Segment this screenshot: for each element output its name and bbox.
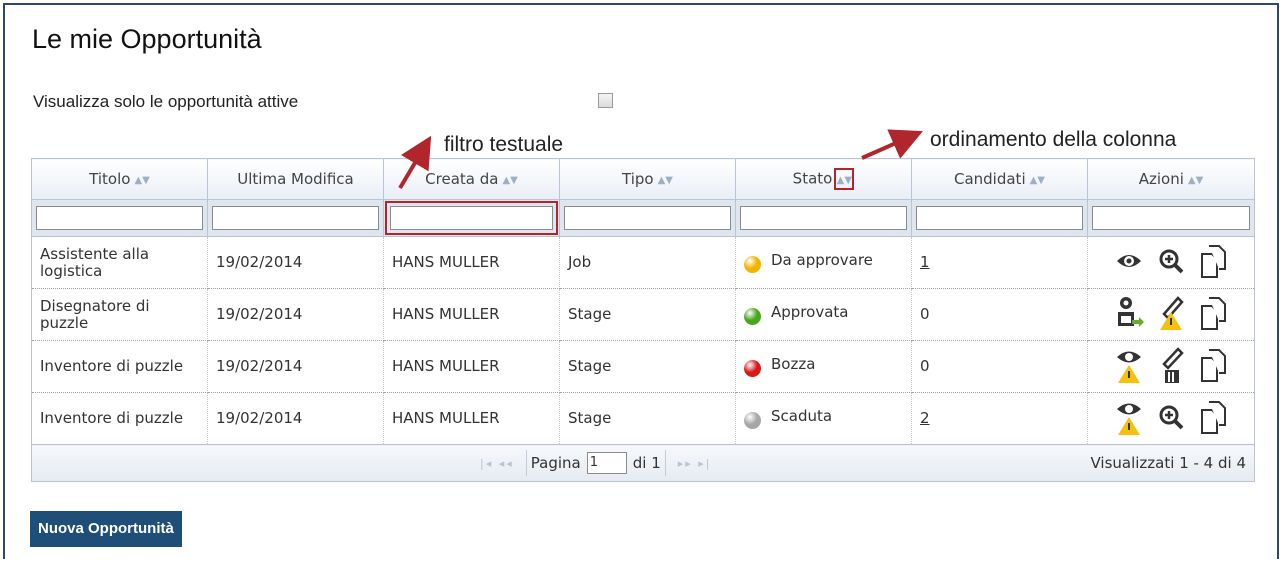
cell-candidati: 1 <box>911 236 1088 289</box>
filter-stato-input[interactable] <box>740 206 907 230</box>
status-dot-icon <box>744 256 761 273</box>
pager-separator <box>525 450 527 476</box>
cell-stato: Approvata <box>735 288 912 341</box>
pager-summary: Visualizzati 1 - 4 di 4 <box>1090 454 1246 472</box>
sort-arrows-icon[interactable]: ▲▼ <box>1188 175 1203 186</box>
edit-warning-icon[interactable] <box>1156 294 1186 336</box>
copy-icon[interactable] <box>1198 398 1228 440</box>
filter-highlight-box <box>385 201 558 235</box>
table-header: Titolo ▲▼ Ultima Modifica Creata da ▲▼ Tip… <box>31 158 1255 200</box>
pager-page-label: Pagina <box>530 454 581 472</box>
filter-creata-da-input[interactable] <box>390 206 553 230</box>
status-label: Approvata <box>771 303 849 321</box>
cell-stato: Scaduta <box>735 392 912 445</box>
filter-modifica-input[interactable] <box>212 206 379 230</box>
pager-separator <box>664 450 666 476</box>
copy-icon[interactable] <box>1198 346 1228 388</box>
cell-tipo: Stage <box>559 340 736 393</box>
status-dot-icon <box>744 360 761 377</box>
candidati-count: 0 <box>920 357 930 375</box>
cell-tipo: Stage <box>559 288 736 341</box>
eye-warning-icon[interactable] <box>1114 398 1144 440</box>
zoom-in-icon[interactable] <box>1156 242 1186 284</box>
page-title: Le mie Opportunità <box>32 24 262 54</box>
column-header-candidati[interactable]: Candidati ▲▼ <box>911 158 1088 200</box>
filter-row <box>31 199 1255 237</box>
status-dot-icon <box>744 412 761 429</box>
filter-tipo-input[interactable] <box>564 206 731 230</box>
column-header-tipo[interactable]: Tipo ▲▼ <box>559 158 736 200</box>
pager-of-label: di 1 <box>632 454 661 472</box>
sort-arrows-icon[interactable]: ▲▼ <box>658 175 673 186</box>
cell-titolo: Assistente alla logistica <box>31 236 208 289</box>
annotation-text-filter: filtro testuale <box>444 133 564 156</box>
candidati-count[interactable]: 2 <box>920 409 930 427</box>
status-dot-icon <box>744 308 761 325</box>
candidati-count: 0 <box>920 305 930 323</box>
cell-candidati: 2 <box>911 392 1088 445</box>
cell-tipo: Stage <box>559 392 736 445</box>
table-row[interactable]: Disegnatore di puzzle 19/02/2014 HANS MU… <box>31 288 1255 341</box>
opportunities-table: Titolo ▲▼ Ultima Modifica Creata da ▲▼ Tip… <box>31 158 1255 482</box>
pager-first-prev-icon[interactable]: |◂ ◂◂ <box>480 457 514 470</box>
cell-candidati: 0 <box>911 340 1088 393</box>
cell-candidati: 0 <box>911 288 1088 341</box>
cell-ultima-modifica: 19/02/2014 <box>207 392 384 445</box>
table-row[interactable]: Assistente alla logistica 19/02/2014 HAN… <box>31 236 1255 289</box>
table-row[interactable]: Inventore di puzzle 19/02/2014 HANS MULL… <box>31 340 1255 393</box>
edit-delete-icon[interactable] <box>1156 346 1186 388</box>
active-filter-checkbox[interactable] <box>598 93 613 108</box>
cell-titolo: Disegnatore di puzzle <box>31 288 208 341</box>
cell-stato: Da approvare <box>735 236 912 289</box>
cell-ultima-modifica: 19/02/2014 <box>207 236 384 289</box>
column-header-stato[interactable]: Stato ▲▼ <box>735 158 912 200</box>
cell-stato: Bozza <box>735 340 912 393</box>
sort-arrows-icon[interactable]: ▲▼ <box>502 175 517 186</box>
column-header-azioni[interactable]: Azioni ▲▼ <box>1087 158 1255 200</box>
cell-titolo: Inventore di puzzle <box>31 392 208 445</box>
filter-candidati-input[interactable] <box>916 206 1083 230</box>
status-label: Da approvare <box>771 251 873 269</box>
cell-azioni <box>1087 340 1255 393</box>
cell-creata-da: HANS MULLER <box>383 392 560 445</box>
column-header-ultima-modifica[interactable]: Ultima Modifica <box>207 158 384 200</box>
cell-ultima-modifica: 19/02/2014 <box>207 288 384 341</box>
sort-arrows-icon[interactable]: ▲▼ <box>834 168 855 190</box>
table-row[interactable]: Inventore di puzzle 19/02/2014 HANS MULL… <box>31 392 1255 445</box>
cell-azioni <box>1087 288 1255 341</box>
cell-azioni <box>1087 236 1255 289</box>
sort-arrows-icon[interactable]: ▲▼ <box>134 175 149 186</box>
pager-bar: |◂ ◂◂ Pagina 1 di 1 ▸▸ ▸| Visualizzati 1… <box>31 444 1255 482</box>
filter-azioni-input[interactable] <box>1092 206 1250 230</box>
cell-titolo: Inventore di puzzle <box>31 340 208 393</box>
candidati-count[interactable]: 1 <box>920 253 930 271</box>
cell-azioni <box>1087 392 1255 445</box>
eye-warning-icon[interactable] <box>1114 346 1144 388</box>
cell-tipo: Job <box>559 236 736 289</box>
publish-icon[interactable] <box>1114 294 1144 336</box>
copy-icon[interactable] <box>1198 294 1228 336</box>
annotation-column-sort: ordinamento della colonna <box>930 128 1177 151</box>
filter-titolo-input[interactable] <box>36 206 203 230</box>
cell-creata-da: HANS MULLER <box>383 288 560 341</box>
copy-icon[interactable] <box>1198 242 1228 284</box>
eye-icon[interactable] <box>1114 242 1144 284</box>
status-label: Scaduta <box>771 407 833 425</box>
cell-ultima-modifica: 19/02/2014 <box>207 340 384 393</box>
new-opportunity-button[interactable]: Nuova Opportunità <box>30 511 182 547</box>
sort-arrows-icon[interactable]: ▲▼ <box>1030 175 1045 186</box>
cell-creata-da: HANS MULLER <box>383 236 560 289</box>
column-header-creata-da[interactable]: Creata da ▲▼ <box>383 158 560 200</box>
active-filter-label: Visualizza solo le opportunità attive <box>33 92 299 111</box>
column-header-titolo[interactable]: Titolo ▲▼ <box>31 158 208 200</box>
pager-next-last-icon[interactable]: ▸▸ ▸| <box>678 457 712 470</box>
zoom-in-icon[interactable] <box>1156 398 1186 440</box>
pager-page-input[interactable]: 1 <box>586 452 627 474</box>
cell-creata-da: HANS MULLER <box>383 340 560 393</box>
status-label: Bozza <box>771 355 816 373</box>
